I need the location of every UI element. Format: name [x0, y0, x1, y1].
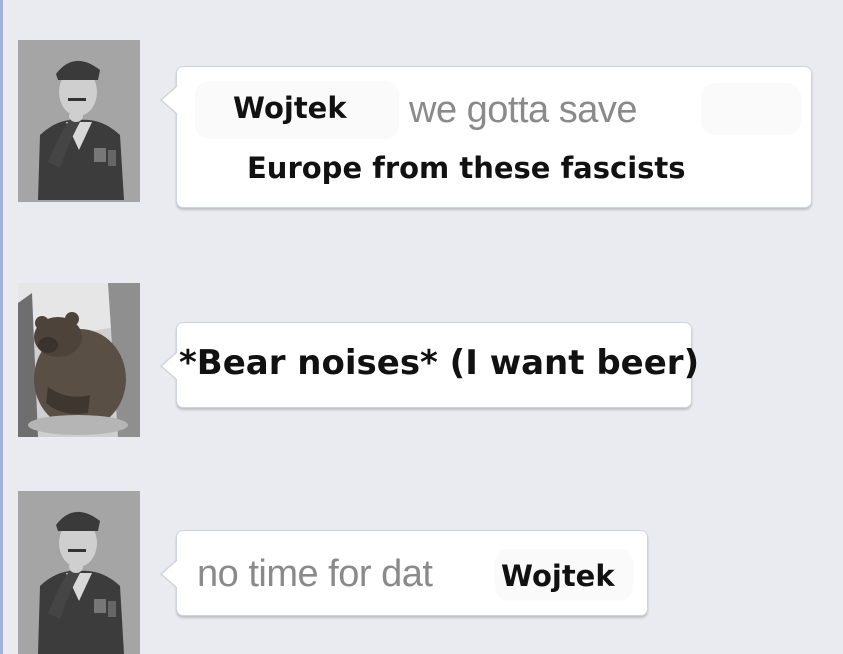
- sender-name: Wojtek: [501, 559, 615, 593]
- chat-message: Wojtek we gotta save Europe from these f…: [0, 40, 843, 210]
- text-patch: [701, 83, 801, 135]
- sender-name: Wojtek: [233, 91, 347, 125]
- soldier-portrait-icon[interactable]: [18, 491, 140, 654]
- message-bubble: Wojtek we gotta save Europe from these f…: [160, 66, 812, 208]
- message-text: no time for dat: [197, 553, 433, 595]
- soldier-portrait-icon[interactable]: [18, 40, 140, 202]
- chat-message: no time for dat Wojtek: [0, 491, 843, 654]
- bear-photo-icon[interactable]: [18, 283, 140, 437]
- message-bubble: *Bear noises* (I want beer): [160, 322, 699, 408]
- bubble-tail: [160, 559, 178, 589]
- message-text: we gotta save: [409, 89, 637, 131]
- message-bubble: no time for dat Wojtek: [160, 530, 648, 616]
- message-text: *Bear noises* (I want beer): [179, 343, 700, 383]
- bubble-tail: [160, 85, 178, 115]
- message-text-overlay: Europe from these fascists: [247, 151, 686, 185]
- bubble-tail: [160, 351, 178, 381]
- chat-message: *Bear noises* (I want beer): [0, 283, 843, 443]
